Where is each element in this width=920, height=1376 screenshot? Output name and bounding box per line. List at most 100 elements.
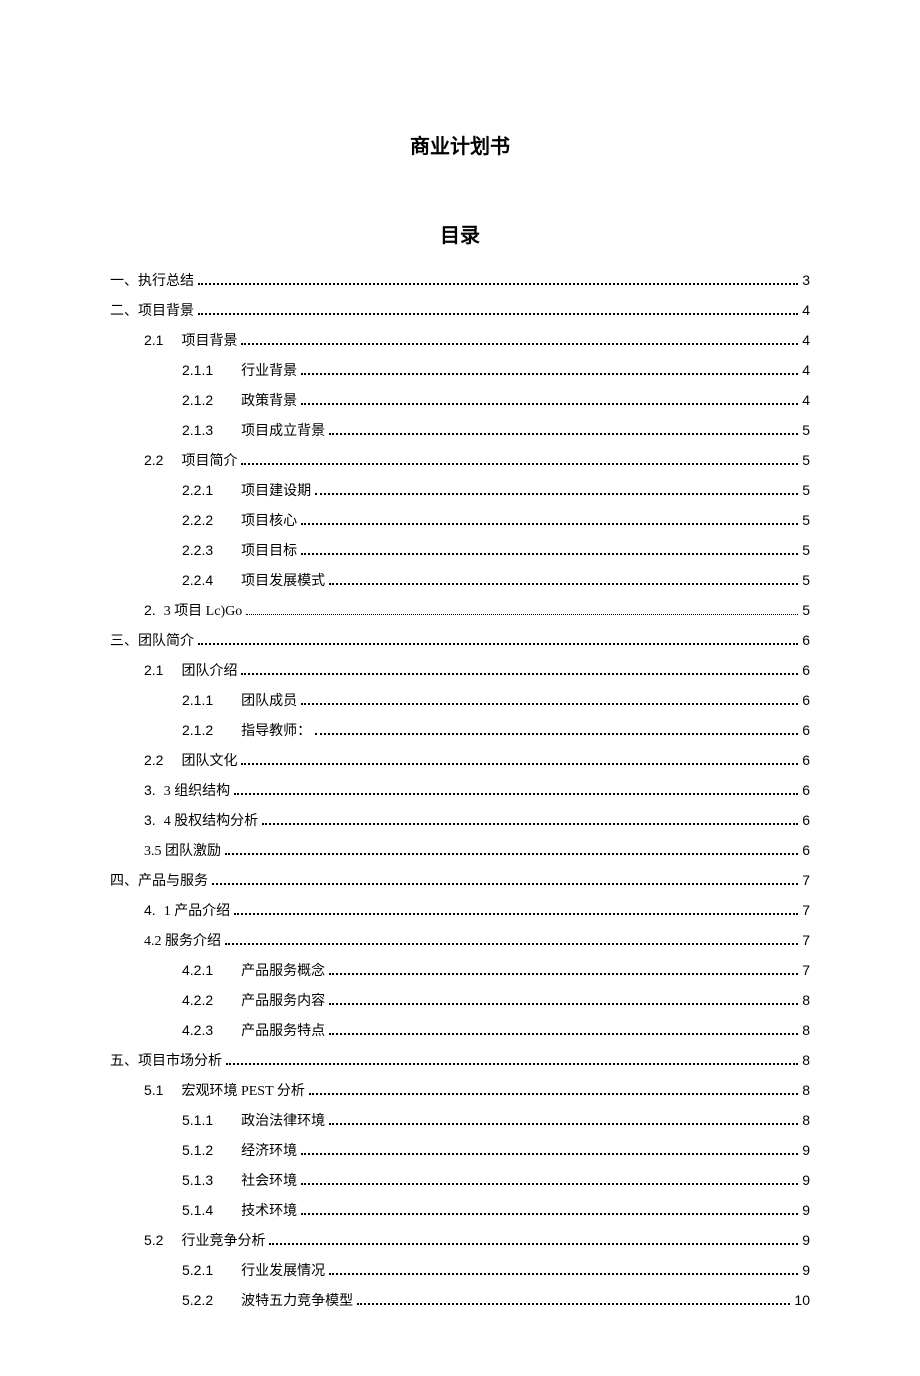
toc-entry-page: 6	[802, 723, 810, 737]
toc-leader-dots	[246, 607, 798, 615]
toc-list: 一、执行总结3二、项目背景42.1项目背景42.1.1行业背景42.1.2政策背…	[110, 266, 810, 1316]
toc-entry-number: 2.1.2	[182, 393, 213, 407]
toc-entry-number: 2.2	[144, 753, 163, 767]
toc-leader-dots	[301, 1206, 798, 1215]
toc-entry-number: 2.2.3	[182, 543, 213, 557]
toc-entry-title: 五、项目市场分析	[110, 1055, 222, 1069]
toc-entry-page: 7	[802, 903, 810, 917]
toc-entry-title: 二、项目背景	[110, 305, 194, 319]
toc-entry-page: 9	[802, 1263, 810, 1277]
toc-entry-page: 5	[802, 603, 810, 617]
toc-entry: 3.3 组织结构6	[110, 776, 810, 806]
toc-entry-number: 3.	[144, 813, 156, 827]
toc-leader-dots	[198, 276, 798, 285]
toc-entry-page: 7	[802, 963, 810, 977]
toc-entry-number: 2.	[144, 603, 156, 617]
toc-entry-title: 3.5 团队激励	[144, 845, 221, 859]
toc-entry-title: 一、执行总结	[110, 275, 194, 289]
toc-entry: 5.1.4技术环境9	[110, 1196, 810, 1226]
toc-entry-title: 经济环境	[241, 1145, 297, 1159]
toc-entry-number: 2.1.2	[182, 723, 213, 737]
toc-entry-title: 3 项目 Lc)Go	[164, 605, 243, 619]
toc-entry: 4.2.1产品服务概念7	[110, 956, 810, 986]
toc-entry: 5.1宏观环境 PEST 分析8	[110, 1076, 810, 1106]
toc-leader-dots	[225, 846, 798, 855]
toc-leader-dots	[309, 1086, 798, 1095]
toc-entry: 4.2.3产品服务特点8	[110, 1016, 810, 1046]
toc-entry: 五、项目市场分析 8	[110, 1046, 810, 1076]
toc-entry-title: 1 产品介绍	[164, 905, 231, 919]
toc-leader-dots	[226, 1056, 798, 1065]
document-title: 商业计划书	[110, 130, 810, 159]
toc-entry-title: 团队成员	[241, 695, 297, 709]
toc-entry-title: 项目背景	[181, 335, 237, 349]
toc-leader-dots	[234, 786, 798, 795]
toc-entry-page: 4	[802, 363, 810, 377]
toc-entry-number: 5.2.1	[182, 1263, 213, 1277]
toc-entry-title: 团队介绍	[181, 665, 237, 679]
toc-entry-title: 宏观环境 PEST 分析	[181, 1085, 304, 1099]
toc-leader-dots	[329, 966, 798, 975]
toc-entry-number: 4.2.2	[182, 993, 213, 1007]
toc-entry: 3.4 股权结构分析6	[110, 806, 810, 836]
toc-entry: 4.2.2产品服务内容8	[110, 986, 810, 1016]
toc-entry-title: 3 组织结构	[164, 785, 231, 799]
toc-entry-number: 2.1	[144, 333, 163, 347]
toc-entry: 2.2.2项目核心5	[110, 506, 810, 536]
toc-entry-number: 4.	[144, 903, 156, 917]
toc-entry: 3.5 团队激励6	[110, 836, 810, 866]
toc-leader-dots	[301, 546, 798, 555]
toc-entry: 5.1.3社会环境9	[110, 1166, 810, 1196]
toc-leader-dots	[241, 666, 798, 675]
toc-entry-title: 产品服务特点	[241, 1025, 325, 1039]
toc-leader-dots	[301, 396, 798, 405]
toc-entry: 4.2 服务介绍 7	[110, 926, 810, 956]
toc-entry-page: 5	[802, 423, 810, 437]
toc-title: 目录	[110, 219, 810, 248]
toc-entry-page: 5	[802, 513, 810, 527]
toc-entry: 2.2项目简介5	[110, 446, 810, 476]
toc-entry: 2. 3 项目 Lc)Go 5	[110, 596, 810, 626]
toc-entry-title: 政策背景	[241, 395, 297, 409]
toc-entry: 4. 1 产品介绍 7	[110, 896, 810, 926]
toc-entry-number: 2.1.3	[182, 423, 213, 437]
toc-leader-dots	[329, 1026, 798, 1035]
toc-entry: 四、产品与服务7	[110, 866, 810, 896]
toc-leader-dots	[329, 1116, 798, 1125]
toc-entry-number: 2.2.2	[182, 513, 213, 527]
toc-leader-dots	[241, 336, 798, 345]
toc-entry-page: 4	[802, 303, 810, 317]
toc-entry-number: 5.2	[144, 1233, 163, 1247]
toc-entry-page: 6	[802, 783, 810, 797]
toc-leader-dots	[301, 696, 798, 705]
toc-leader-dots	[315, 486, 798, 495]
toc-entry-page: 8	[802, 1053, 810, 1067]
toc-entry-title: 四、产品与服务	[110, 875, 208, 889]
toc-entry-page: 5	[802, 453, 810, 467]
toc-entry-title: 团队文化	[181, 755, 237, 769]
toc-entry-number: 5.1.2	[182, 1143, 213, 1157]
toc-entry-page: 7	[802, 933, 810, 947]
toc-entry: 2.1.3项目成立背景5	[110, 416, 810, 446]
toc-entry-page: 9	[802, 1233, 810, 1247]
toc-entry: 二、项目背景 4	[110, 296, 810, 326]
toc-entry-page: 4	[802, 333, 810, 347]
toc-entry-page: 6	[802, 633, 810, 647]
toc-entry-title: 项目目标	[241, 545, 297, 559]
toc-entry-title: 4.2 服务介绍	[144, 935, 221, 949]
toc-entry: 2.1.2 指导教师： 6	[110, 716, 810, 746]
toc-entry-title: 指导教师：	[241, 725, 311, 739]
toc-entry-number: 5.1.4	[182, 1203, 213, 1217]
toc-entry-page: 4	[802, 393, 810, 407]
toc-entry-title: 三、团队简介	[110, 635, 194, 649]
toc-entry-page: 6	[802, 693, 810, 707]
toc-entry-page: 5	[802, 543, 810, 557]
toc-entry: 2.1.1团队成员6	[110, 686, 810, 716]
toc-leader-dots	[241, 456, 798, 465]
toc-entry: 5.1.1政治法律环境8	[110, 1106, 810, 1136]
toc-entry: 2.2.3 项目目标 5	[110, 536, 810, 566]
toc-entry-number: 2.2	[144, 453, 163, 467]
toc-entry-page: 5	[802, 483, 810, 497]
toc-entry: 5.2.2波特五力竞争模型10	[110, 1286, 810, 1316]
toc-entry-page: 8	[802, 1083, 810, 1097]
